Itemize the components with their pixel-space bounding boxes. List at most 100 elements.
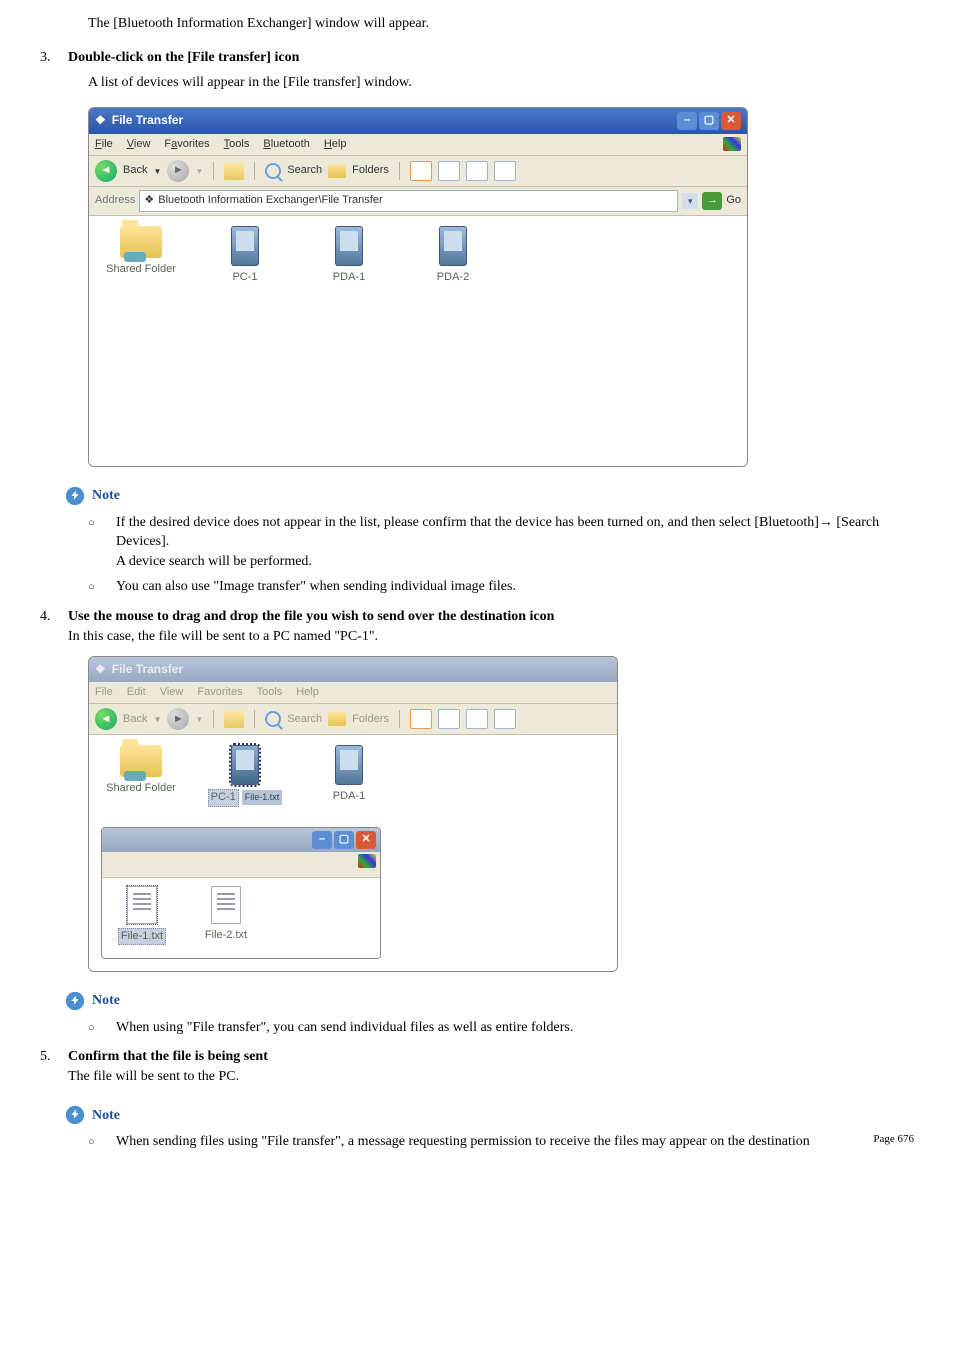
address-input[interactable]: ❖ Bluetooth Information Exchanger\File T… [139, 190, 678, 211]
separator [254, 710, 255, 728]
menu-help[interactable]: Help [324, 137, 347, 152]
toolbar: ◄ Back ▼ ► ▼ Search Folders [89, 156, 747, 187]
forward-icon[interactable]: ► [167, 708, 189, 730]
item-pda-1[interactable]: PDA-1 [309, 226, 389, 285]
window-titlebar: ❖ File Transfer – ▢ ✕ [89, 108, 747, 134]
menu-view[interactable]: View [160, 685, 184, 700]
source-explorer-window: – ▢ ✕ File-1.txt File-2.txt [101, 827, 381, 959]
step-3-desc: A list of devices will appear in the [Fi… [88, 73, 914, 93]
file-list-area: Shared Folder PC-1 File-1.txt PDA-1 [89, 735, 617, 816]
view-mode-2[interactable] [438, 709, 460, 729]
menu-tools[interactable]: Tools [257, 685, 283, 700]
view-mode-4[interactable] [494, 709, 516, 729]
up-folder-icon[interactable] [224, 162, 244, 180]
folders-label[interactable]: Folders [352, 163, 389, 178]
back-icon[interactable]: ◄ [95, 160, 117, 182]
maximize-button[interactable]: ▢ [334, 831, 354, 849]
bluetooth-icon: ❖ [95, 112, 106, 129]
folders-label[interactable]: Folders [352, 712, 389, 727]
back-label[interactable]: Back [123, 712, 147, 727]
note-1b: You can also use "Image transfer" when s… [116, 577, 914, 597]
up-folder-icon[interactable] [224, 710, 244, 728]
note-heading: Note [64, 990, 914, 1012]
item-pda-2[interactable]: PDA-2 [413, 226, 493, 285]
screenshot-drag-drop: ❖ File Transfer File Edit View Favorites… [88, 656, 618, 972]
back-dropdown[interactable]: ▼ [153, 166, 161, 177]
file-list-area: File-1.txt File-2.txt [102, 878, 380, 958]
step-4-title: Use the mouse to drag and drop the file … [68, 609, 554, 624]
computer-icon [231, 226, 259, 266]
separator [399, 162, 400, 180]
menu-view[interactable]: View [127, 137, 151, 152]
search-icon[interactable] [265, 711, 281, 727]
menu-file[interactable]: File [95, 685, 113, 700]
close-button[interactable]: ✕ [356, 831, 376, 849]
address-dropdown[interactable]: ▾ [682, 193, 698, 209]
search-label[interactable]: Search [287, 163, 322, 178]
pda-icon [439, 226, 467, 266]
file-list-area: Shared Folder PC-1 PDA-1 PDA-2 [89, 216, 747, 466]
item-pc-1-drop-target[interactable]: PC-1 File-1.txt [205, 745, 285, 806]
item-shared-folder[interactable]: Shared Folder [101, 745, 181, 796]
menu-bluetooth[interactable]: Bluetooth [263, 137, 310, 152]
search-icon[interactable] [265, 163, 281, 179]
item-file-2[interactable]: File-2.txt [196, 886, 256, 943]
shared-folder-icon [120, 745, 162, 777]
menu-favorites[interactable]: Favorites [197, 685, 242, 700]
close-button[interactable]: ✕ [721, 112, 741, 130]
forward-dropdown[interactable]: ▼ [195, 166, 203, 177]
menu-bar: File View Favorites Tools Bluetooth Help [89, 134, 747, 156]
view-mode-1[interactable] [410, 161, 432, 181]
menu-edit[interactable]: Edit [127, 685, 146, 700]
note-1a2: A device search will be performed. [116, 554, 312, 569]
search-label[interactable]: Search [287, 712, 322, 727]
separator [254, 162, 255, 180]
bullet: ○ [88, 577, 116, 597]
address-bar: Address ❖ Bluetooth Information Exchange… [89, 187, 747, 215]
view-mode-4[interactable] [494, 161, 516, 181]
shared-folder-icon [120, 226, 162, 258]
step-3-title: Double-click on the [File transfer] icon [68, 48, 914, 68]
minimize-button[interactable]: – [312, 831, 332, 849]
menu-favorites[interactable]: Favorites [164, 137, 209, 152]
windows-flag-icon [723, 137, 741, 151]
view-mode-3[interactable] [466, 709, 488, 729]
back-label[interactable]: Back [123, 163, 147, 178]
bullet: ○ [88, 1132, 116, 1152]
bluetooth-icon: ❖ [95, 661, 106, 678]
go-label[interactable]: Go [726, 193, 741, 208]
item-shared-folder[interactable]: Shared Folder [101, 226, 181, 277]
item-file-1[interactable]: File-1.txt [112, 886, 172, 945]
note-icon [64, 1104, 86, 1126]
forward-icon[interactable]: ► [167, 160, 189, 182]
menu-file[interactable]: File [95, 137, 113, 152]
step-4-num: 4. [40, 607, 68, 646]
secondary-wrap: – ▢ ✕ File-1.txt File-2.txt [89, 817, 617, 971]
view-mode-1[interactable] [410, 709, 432, 729]
menu-help[interactable]: Help [296, 685, 319, 700]
window-titlebar: – ▢ ✕ [102, 828, 380, 852]
address-icon: ❖ [144, 193, 154, 208]
back-dropdown[interactable]: ▼ [153, 714, 161, 725]
note-heading: Note [64, 1104, 914, 1126]
minimize-button[interactable]: – [677, 112, 697, 130]
bullet: ○ [88, 1018, 116, 1038]
folders-icon[interactable] [328, 712, 346, 726]
toolbar: ◄ Back ▼ ► ▼ Search Folders [89, 704, 617, 735]
note-2-list: ○ When using "File transfer", you can se… [88, 1018, 914, 1038]
item-pc-1[interactable]: PC-1 [205, 226, 285, 285]
back-icon[interactable]: ◄ [95, 708, 117, 730]
go-button[interactable]: → [702, 192, 722, 210]
forward-dropdown[interactable]: ▼ [195, 714, 203, 725]
folders-icon[interactable] [328, 164, 346, 178]
maximize-button[interactable]: ▢ [699, 112, 719, 130]
view-mode-2[interactable] [438, 161, 460, 181]
note-heading: Note [64, 485, 914, 507]
pda-icon [335, 745, 363, 785]
menu-tools[interactable]: Tools [224, 137, 250, 152]
note-label: Note [92, 991, 120, 1011]
item-pda-1[interactable]: PDA-1 [309, 745, 389, 804]
note-label: Note [92, 486, 120, 506]
item-label: PDA-2 [413, 270, 493, 285]
view-mode-3[interactable] [466, 161, 488, 181]
